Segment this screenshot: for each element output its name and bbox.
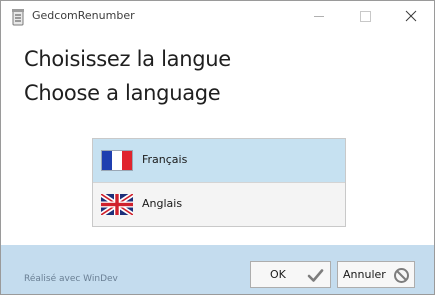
list-item-anglais[interactable]: Anglais xyxy=(93,183,345,226)
checkmark-icon xyxy=(307,267,324,284)
list-item-label: Français xyxy=(142,153,188,166)
maximize-icon xyxy=(360,11,371,22)
ok-button-label: OK xyxy=(270,268,286,281)
uk-flag-icon xyxy=(99,191,135,218)
list-item-label: Anglais xyxy=(142,197,183,210)
minimize-button[interactable] xyxy=(296,1,342,32)
title-bar[interactable]: GedcomRenumber xyxy=(1,1,434,32)
minimize-icon xyxy=(314,16,324,17)
maximize-button[interactable] xyxy=(342,1,388,32)
dialog-window: GedcomRenumber Choisissez la langue Choo… xyxy=(0,0,435,295)
france-flag-icon xyxy=(101,150,133,171)
close-icon xyxy=(405,10,417,22)
app-icon xyxy=(10,8,26,26)
list-item-francais[interactable]: Français xyxy=(93,139,345,182)
ok-button[interactable]: OK xyxy=(250,261,331,288)
cancel-button-label: Annuler xyxy=(343,268,386,281)
windev-credit: Réalisé avec WinDev xyxy=(24,274,118,284)
window-title: GedcomRenumber xyxy=(32,9,135,22)
cancel-button[interactable]: Annuler xyxy=(337,261,415,288)
heading-french: Choisissez la langue xyxy=(24,47,231,71)
close-button[interactable] xyxy=(388,1,434,32)
cancel-icon xyxy=(393,267,410,284)
heading-english: Choose a language xyxy=(24,81,221,105)
dialog-footer: Réalisé avec WinDev OK Annuler xyxy=(1,245,434,294)
language-list[interactable]: Français Anglais xyxy=(92,138,346,227)
